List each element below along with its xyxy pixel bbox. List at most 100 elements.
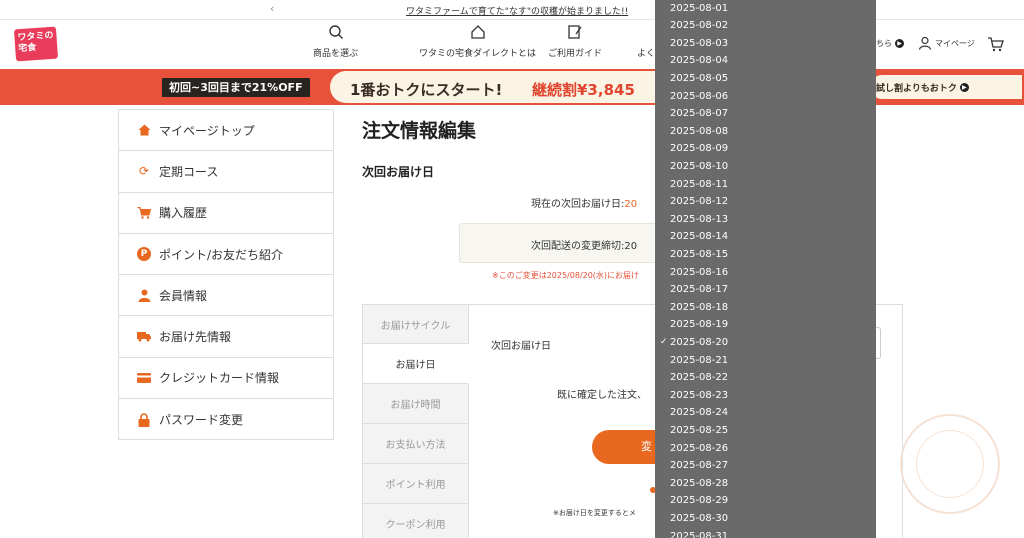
- sidebar-item-purchase-history[interactable]: 購入履歴: [119, 193, 333, 234]
- dropdown-option[interactable]: 2025-08-29: [655, 492, 876, 510]
- tab-delivery-cycle[interactable]: お届けサイクル: [362, 304, 469, 344]
- dropdown-option[interactable]: 2025-08-03: [655, 35, 876, 53]
- edit-tabs: お届けサイクル お届け日 お届け時間 お支払い方法 ポイント利用 クーポン利用: [362, 304, 469, 538]
- dropdown-option[interactable]: 2025-08-15: [655, 246, 876, 264]
- sidebar-item-label: パスワード変更: [159, 413, 244, 428]
- credit-card-icon: [137, 371, 151, 385]
- arrow-right-icon: ▶: [895, 39, 904, 48]
- next-delivery-date-label: 次回お届け日: [491, 341, 551, 352]
- guide-icon: [568, 25, 582, 39]
- sidebar-item-mypage-top[interactable]: マイページトップ: [119, 110, 333, 152]
- promo-discount-tag: 初回~3回目まで21%OFF: [162, 78, 310, 97]
- checkmark-icon: ✓: [660, 336, 668, 347]
- dropdown-option[interactable]: 2025-08-07: [655, 105, 876, 123]
- page-title: 注文情報編集: [362, 120, 477, 142]
- dropdown-option[interactable]: ✓ 2025-08-20: [655, 334, 876, 352]
- dropdown-option[interactable]: 2025-08-04: [655, 52, 876, 70]
- nav-label: よく: [637, 49, 656, 59]
- nav-about[interactable]: ワタミの宅食ダイレクトとは: [419, 24, 536, 59]
- dropdown-option[interactable]: 2025-08-31: [655, 528, 876, 538]
- sidebar-item-subscription[interactable]: ⟳ 定期コース: [119, 151, 333, 193]
- nav-label: ご利用ガイド: [548, 49, 603, 59]
- sidebar-item-label: 購入履歴: [159, 206, 208, 221]
- dropdown-option[interactable]: 2025-08-24: [655, 404, 876, 422]
- announcement-prev-button[interactable]: ‹: [270, 2, 274, 15]
- page: ‹ ワタミファームで育てた"なす"の収穫が始まりました!! ワタミの宅食 商品を…: [0, 0, 1024, 538]
- dropdown-option-label: 2025-08-20: [670, 336, 729, 348]
- dropdown-option[interactable]: 2025-08-19: [655, 316, 876, 334]
- sidebar-item-delivery-address[interactable]: お届け先情報: [119, 316, 333, 358]
- dropdown-option[interactable]: 2025-08-05: [655, 70, 876, 88]
- footnote: ※お届け日を変更するとメ: [553, 509, 636, 517]
- dropdown-option[interactable]: 2025-08-25: [655, 422, 876, 440]
- dropdown-option[interactable]: 2025-08-09: [655, 140, 876, 158]
- dropdown-option[interactable]: 2025-08-01: [655, 0, 876, 17]
- dropdown-option[interactable]: 2025-08-27: [655, 457, 876, 475]
- cart-icon: [137, 206, 151, 220]
- dropdown-option[interactable]: 2025-08-17: [655, 281, 876, 299]
- home-icon: [137, 123, 151, 137]
- dropdown-option[interactable]: 2025-08-08: [655, 123, 876, 141]
- nav-faq[interactable]: よく: [637, 24, 655, 59]
- header-link-partial[interactable]: ちら ▶: [876, 38, 904, 49]
- rice-bowl-watermark-icon: [900, 414, 1000, 514]
- dropdown-option[interactable]: 2025-08-16: [655, 264, 876, 282]
- faq-icon: [638, 24, 654, 40]
- dropdown-option[interactable]: 2025-08-10: [655, 158, 876, 176]
- sidebar-item-points[interactable]: P ポイント/お友だち紹介: [119, 234, 333, 276]
- dropdown-option[interactable]: 2025-08-12: [655, 193, 876, 211]
- promo-trial-label: 試し割よりもおトク: [876, 84, 957, 94]
- dropdown-option[interactable]: 2025-08-13: [655, 211, 876, 229]
- date-dropdown-list[interactable]: 2025-08-01 2025-08-02 2025-08-03 2025-08-04…: [655, 0, 876, 538]
- cart-icon[interactable]: [987, 37, 1004, 52]
- dropdown-option[interactable]: 2025-08-22: [655, 369, 876, 387]
- mypage-link[interactable]: マイページ: [918, 36, 975, 50]
- dropdown-option[interactable]: 2025-08-23: [655, 387, 876, 405]
- home-icon: [470, 25, 485, 39]
- dropdown-option[interactable]: 2025-08-28: [655, 475, 876, 493]
- tab-delivery-time[interactable]: お届け時間: [362, 384, 469, 424]
- mypage-sidebar: マイページトップ ⟳ 定期コース 購入履歴 P ポイント/お友だち紹介 会員情報…: [118, 109, 334, 440]
- mypage-label: マイページ: [935, 38, 975, 48]
- confirmed-order-text: 既に確定した注文、: [557, 390, 647, 401]
- tab-delivery-date[interactable]: お届け日: [362, 344, 469, 384]
- nav-label: ワタミの宅食ダイレクトとは: [419, 49, 537, 59]
- dropdown-option[interactable]: 2025-08-18: [655, 299, 876, 317]
- sidebar-item-password[interactable]: パスワード変更: [119, 399, 333, 440]
- sidebar-item-label: お届け先情報: [159, 330, 232, 345]
- current-delivery-date: 現在の次回お届け日:20: [531, 195, 637, 210]
- dropdown-option[interactable]: 2025-08-02: [655, 17, 876, 35]
- dropdown-option[interactable]: 2025-08-30: [655, 510, 876, 528]
- lock-icon: [137, 412, 151, 427]
- point-icon: P: [137, 247, 151, 262]
- refresh-icon: ⟳: [138, 164, 150, 179]
- nav-choose-products[interactable]: 商品を選ぶ: [313, 24, 358, 59]
- arrow-right-icon: ▶: [959, 83, 969, 92]
- tab-point-usage[interactable]: ポイント利用: [362, 464, 469, 504]
- nav-label: 商品を選ぶ: [313, 49, 359, 59]
- sidebar-item-label: マイページトップ: [159, 123, 255, 138]
- current-delivery-value: 20: [624, 199, 638, 210]
- nav-guide[interactable]: ご利用ガイド: [548, 24, 602, 59]
- sidebar-item-label: 定期コース: [159, 164, 219, 179]
- change-deadline-text: 次回配送の変更締切:20: [531, 241, 638, 252]
- dropdown-option[interactable]: 2025-08-21: [655, 352, 876, 370]
- tab-payment-method[interactable]: お支払い方法: [362, 424, 469, 464]
- dropdown-option[interactable]: 2025-08-26: [655, 440, 876, 458]
- announcement-link[interactable]: ワタミファームで育てた"なす"の収穫が始まりました!!: [406, 4, 628, 17]
- promo-headline: 1番おトクにスタート!: [350, 81, 503, 99]
- tab-coupon-usage[interactable]: クーポン利用: [362, 504, 469, 538]
- sidebar-item-label: クレジットカード情報: [159, 371, 280, 386]
- section-title: 次回お届け日: [362, 165, 435, 179]
- dropdown-option[interactable]: 2025-08-11: [655, 176, 876, 194]
- header-link-label: ちら: [876, 39, 892, 48]
- sidebar-item-member-info[interactable]: 会員情報: [119, 275, 333, 317]
- sidebar-item-label: ポイント/お友だち紹介: [159, 247, 284, 262]
- dropdown-option[interactable]: 2025-08-14: [655, 228, 876, 246]
- current-delivery-label: 現在の次回お届け日:: [531, 199, 625, 210]
- change-notice: ※このご変更は2025/08/20(水)にお届け: [492, 271, 640, 280]
- site-logo[interactable]: ワタミの宅食: [13, 26, 59, 62]
- sidebar-item-credit-card[interactable]: クレジットカード情報: [119, 358, 333, 400]
- dropdown-option[interactable]: 2025-08-06: [655, 88, 876, 106]
- truck-icon: [137, 330, 151, 344]
